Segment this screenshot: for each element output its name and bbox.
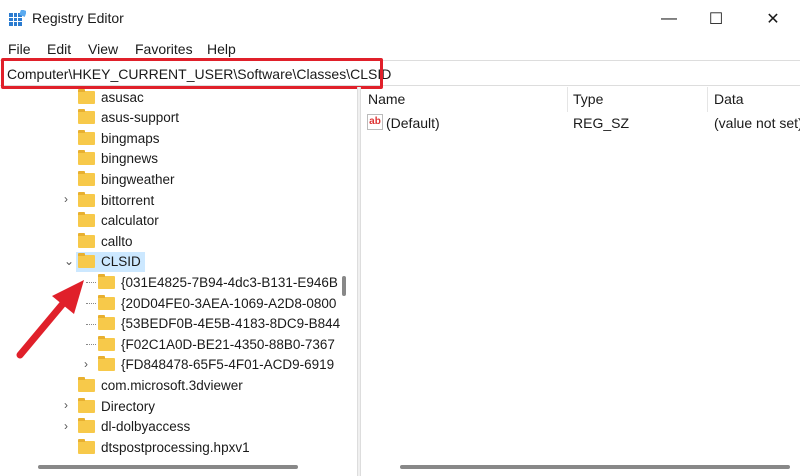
- red-arrow-annotation: [16, 280, 84, 359]
